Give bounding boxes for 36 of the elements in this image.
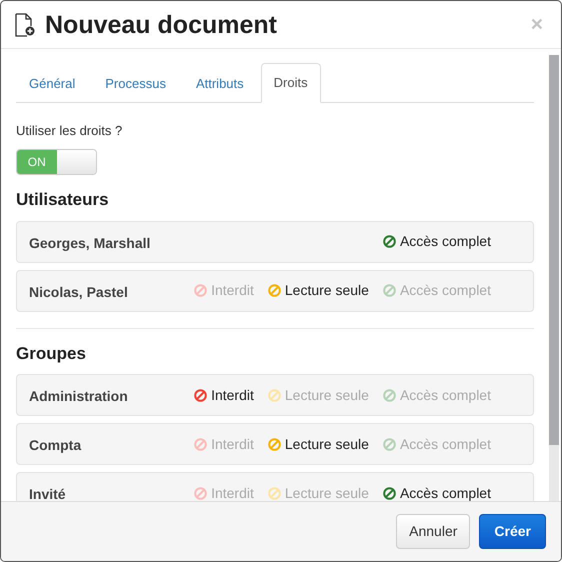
permission-option[interactable]: Accès complet <box>382 482 491 501</box>
create-button[interactable]: Créer <box>479 514 546 549</box>
prohibited-icon <box>268 388 281 402</box>
prohibited-icon <box>382 388 396 402</box>
section-heading: Utilisateurs <box>16 189 110 211</box>
principal-name: Administration <box>29 387 128 406</box>
principal-name: Georges, Marshall <box>29 234 150 253</box>
section-heading: Groupes <box>16 342 87 364</box>
prohibited-icon <box>268 486 281 500</box>
prohibited-icon <box>382 438 396 450</box>
permission-option[interactable]: Interdit <box>194 384 254 406</box>
permission-option[interactable]: Lecture seule <box>268 280 369 301</box>
prohibited-icon <box>382 284 396 297</box>
prohibited-icon <box>382 486 396 500</box>
permission-option[interactable]: Accès complet <box>382 231 491 252</box>
prohibited-icon <box>194 388 208 402</box>
prohibited-icon <box>382 235 396 248</box>
prohibited-icon <box>268 438 281 450</box>
tab[interactable]: Attributs <box>182 63 257 102</box>
principal-name: Nicolas, Pastel <box>29 282 128 302</box>
tab[interactable]: Général <box>16 63 88 102</box>
permission-option[interactable]: Lecture seule <box>268 434 369 454</box>
scrollbar[interactable] <box>549 55 559 501</box>
field-label: Utiliser les droits ? <box>16 122 124 140</box>
toggle-switch[interactable]: ON <box>16 149 97 175</box>
cancel-button[interactable]: Annuler <box>396 514 470 549</box>
new-document-icon <box>15 12 35 36</box>
principal-name: Invité <box>29 485 66 501</box>
dialog-title: Nouveau document <box>45 10 277 40</box>
principal-name: Compta <box>29 436 82 455</box>
prohibited-icon <box>194 486 208 500</box>
prohibited-icon <box>194 284 208 297</box>
tab[interactable]: Droits <box>260 63 321 102</box>
tab[interactable]: Processus <box>92 63 179 102</box>
prohibited-icon <box>268 284 281 297</box>
prohibited-icon <box>194 438 208 450</box>
